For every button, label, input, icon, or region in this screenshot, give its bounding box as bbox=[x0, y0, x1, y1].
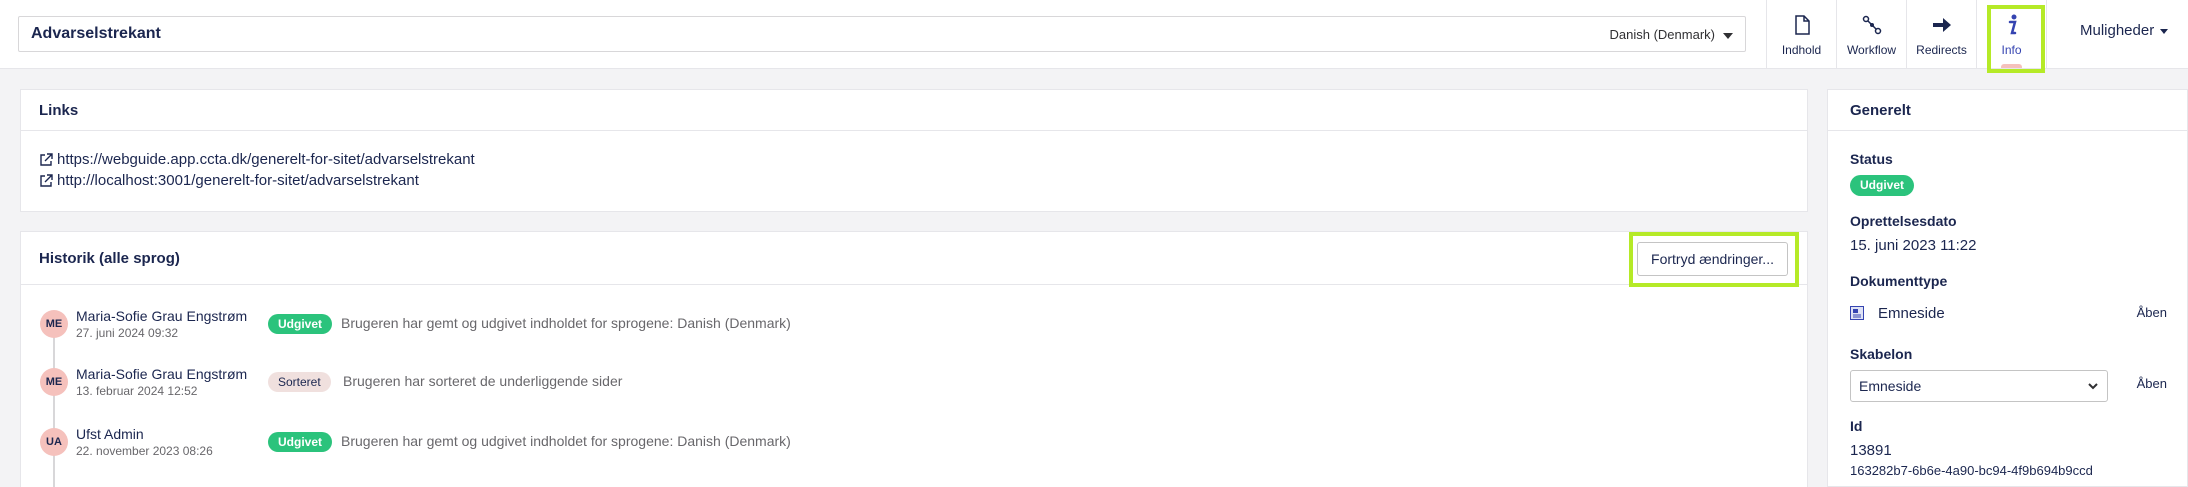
tab-label: Workflow bbox=[1846, 43, 1897, 57]
workflow-icon bbox=[1837, 12, 1906, 38]
options-label: Muligheder bbox=[2080, 22, 2155, 39]
entry-date: 27. juni 2024 09:32 bbox=[76, 326, 179, 340]
info-icon bbox=[1977, 12, 2046, 38]
status-badge: Udgivet bbox=[268, 432, 333, 452]
options-menu-button[interactable]: Muligheder bbox=[2080, 22, 2169, 39]
template-select[interactable]: Emneside bbox=[1850, 370, 2108, 402]
avatar: ME bbox=[40, 310, 68, 338]
external-link-icon bbox=[40, 152, 53, 166]
app-tabs: Indhold Workflow Redirects Info bbox=[1766, 0, 2047, 68]
links-list: https://webguide.app.ccta.dk/generelt-fo… bbox=[21, 131, 1807, 209]
chevron-down-icon bbox=[2088, 383, 2098, 390]
open-doctype-link[interactable]: Åben bbox=[2137, 305, 2167, 320]
entry-description: Brugeren har sorteret de underliggende s… bbox=[343, 373, 623, 389]
active-tab-indicator bbox=[2001, 64, 2022, 68]
document-name[interactable]: Advarselstrekant bbox=[31, 25, 161, 43]
tab-content[interactable]: Indhold bbox=[1767, 0, 1837, 68]
links-panel: Links https://webguide.app.ccta.dk/gener… bbox=[20, 89, 1808, 212]
history-title: Historik (alle sprog) bbox=[21, 232, 1807, 285]
tab-label: Info bbox=[2001, 43, 2022, 57]
id-value: 13891 bbox=[1850, 442, 1892, 459]
arrow-right-icon bbox=[1907, 12, 1976, 38]
created-label: Oprettelsesdato bbox=[1850, 213, 1957, 229]
doctype-label: Dokumenttype bbox=[1850, 273, 1948, 289]
undo-changes-button[interactable]: Fortryd ændringer... bbox=[1637, 242, 1788, 276]
link-item[interactable]: http://localhost:3001/generelt-for-sitet… bbox=[39, 170, 1789, 191]
avatar: ME bbox=[40, 368, 68, 396]
tab-workflow[interactable]: Workflow bbox=[1837, 0, 1907, 68]
caret-down-icon bbox=[1723, 32, 1733, 39]
link-url[interactable]: https://webguide.app.ccta.dk/generelt-fo… bbox=[57, 151, 475, 168]
language-label: Danish (Denmark) bbox=[1609, 27, 1715, 42]
tab-redirects[interactable]: Redirects bbox=[1907, 0, 1977, 68]
tab-label: Redirects bbox=[1916, 43, 1967, 57]
external-link-icon bbox=[40, 173, 53, 187]
entry-date: 22. november 2023 08:26 bbox=[76, 444, 213, 458]
status-badge: Udgivet bbox=[268, 314, 333, 334]
entry-user: Ufst Admin bbox=[76, 426, 144, 442]
document-name-input[interactable]: Advarselstrekant Danish (Denmark) bbox=[18, 16, 1746, 52]
link-item[interactable]: https://webguide.app.ccta.dk/generelt-fo… bbox=[39, 149, 1789, 170]
doctype-icon bbox=[1850, 306, 1864, 325]
template-label: Skabelon bbox=[1850, 346, 1913, 362]
tab-label: Indhold bbox=[1781, 43, 1822, 57]
created-value: 15. juni 2023 11:22 bbox=[1850, 237, 1977, 254]
guid-value: 163282b7-6b6e-4a90-bc94-4f9b694b9ccd bbox=[1850, 463, 2093, 478]
tab-info[interactable]: Info bbox=[1977, 0, 2047, 68]
top-bar: Advarselstrekant Danish (Denmark) Indhol… bbox=[0, 0, 2188, 69]
entry-date: 13. februar 2024 12:52 bbox=[76, 384, 198, 398]
status-badge: Sorteret bbox=[268, 372, 331, 392]
doctype-value: Emneside bbox=[1878, 305, 1945, 322]
template-selected-value: Emneside bbox=[1859, 378, 1922, 394]
entry-description: Brugeren har gemt og udgivet indholdet f… bbox=[341, 433, 791, 449]
general-title: Generelt bbox=[1828, 90, 2187, 131]
id-label: Id bbox=[1850, 418, 1863, 434]
entry-user: Maria-Sofie Grau Engstrøm bbox=[76, 366, 248, 382]
general-panel: Generelt Status Udgivet Oprettelsesdato … bbox=[1827, 89, 2188, 487]
entry-user: Maria-Sofie Grau Engstrøm bbox=[76, 308, 248, 324]
document-icon bbox=[1767, 12, 1836, 38]
language-picker[interactable]: Danish (Denmark) bbox=[1610, 27, 1733, 42]
open-template-link[interactable]: Åben bbox=[2137, 376, 2167, 391]
timeline-line bbox=[53, 322, 55, 487]
links-title: Links bbox=[21, 90, 1807, 131]
status-label: Status bbox=[1850, 151, 1893, 167]
entry-description: Brugeren har gemt og udgivet indholdet f… bbox=[341, 315, 791, 331]
link-url[interactable]: http://localhost:3001/generelt-for-sitet… bbox=[57, 172, 419, 189]
avatar: UA bbox=[40, 428, 68, 456]
caret-down-icon bbox=[2160, 28, 2169, 34]
status-badge: Udgivet bbox=[1850, 175, 1915, 196]
